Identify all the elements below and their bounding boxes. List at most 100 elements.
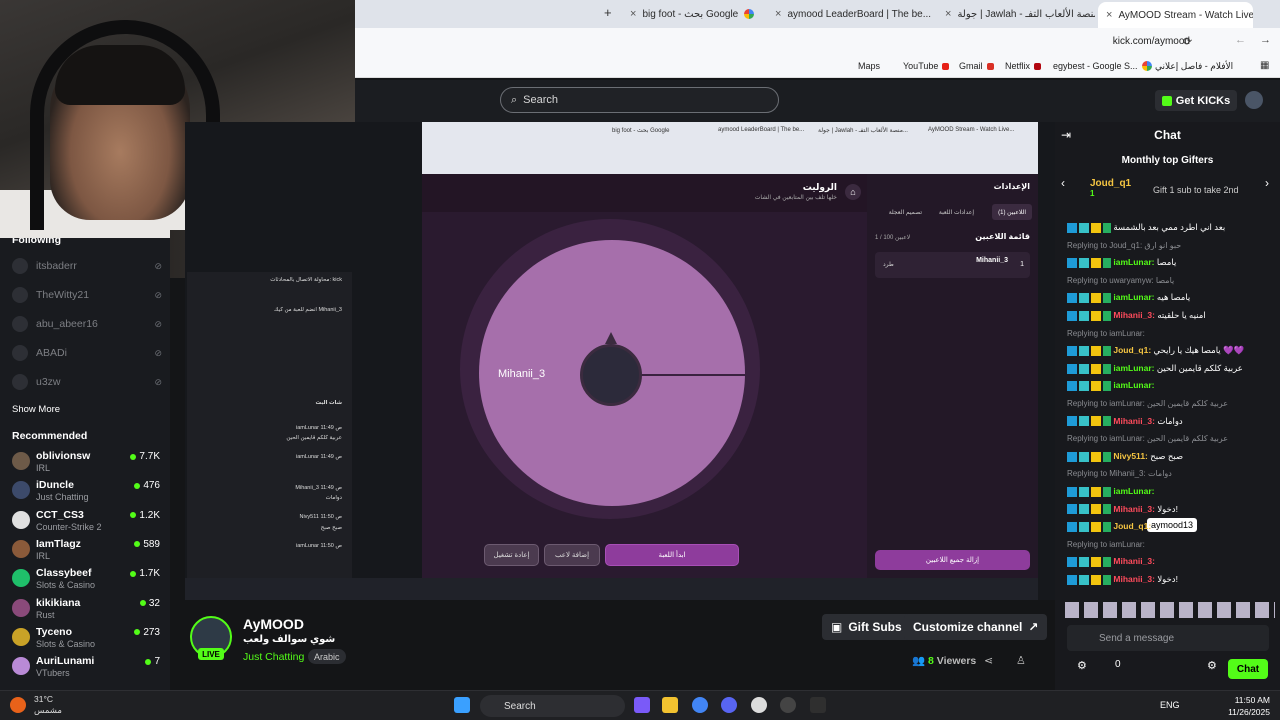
tab-game-settings[interactable]: إعدادات اللعبة [933, 204, 980, 220]
back-icon[interactable]: ← [1235, 34, 1246, 46]
chat-message[interactable]: Mihanii_3: [1067, 556, 1277, 568]
remove-all-players-button[interactable]: إزالة جميع اللاعبين [875, 550, 1030, 570]
customize-channel-button[interactable]: Customize channel ↗ [904, 614, 1048, 640]
recommended-item[interactable]: oblivionsw IRL 7.7K [12, 448, 160, 476]
chat-reply-line[interactable]: Replying to iamLunar: عربية كلكم قايمين … [1067, 433, 1277, 443]
chat-username[interactable]: Joud_q1: [1113, 345, 1151, 355]
get-kicks-button[interactable]: Get KICKs [1155, 90, 1237, 111]
send-chat-button[interactable]: Chat [1228, 659, 1268, 679]
reload-icon[interactable]: ⟳ [1183, 35, 1192, 48]
recommended-item[interactable]: Tyceno Slots & Casino 273 [12, 624, 160, 652]
weather-widget[interactable]: 31°C مشمس [34, 694, 62, 716]
following-item[interactable]: u3zw ⊘ [12, 374, 162, 390]
user-avatar[interactable] [1245, 91, 1263, 109]
share-icon[interactable]: ⋖ [984, 654, 993, 667]
chat-username[interactable]: Mihanii_3: [1113, 416, 1155, 426]
bookmark[interactable]: Maps [858, 61, 880, 71]
bookmark[interactable]: Netflix [1005, 61, 1042, 71]
recommended-item[interactable]: CCT_CS3 Counter-Strike 2 1.2K [12, 507, 160, 535]
chat-username[interactable]: Mihanii_3: [1113, 310, 1155, 320]
chat-username[interactable]: iamLunar: [1113, 380, 1154, 390]
chat-message[interactable]: Mihanii_3: امنيه يا حلقيته [1067, 310, 1277, 321]
chat-message[interactable]: iamLunar: يامصا هيه [1067, 292, 1277, 304]
recommended-item[interactable]: AuriLunami VTubers 7 [12, 653, 160, 681]
chat-username[interactable]: iamLunar: [1113, 257, 1154, 267]
browser-tab[interactable]: × aymood LeaderBoard | The be... [775, 4, 935, 24]
taskbar-search[interactable]: Search [480, 695, 625, 717]
prev-icon[interactable]: ‹ [1061, 176, 1065, 190]
chat-message[interactable]: iamLunar: [1067, 380, 1277, 392]
chat-reply-line[interactable]: Replying to iamLunar: [1067, 539, 1277, 549]
chat-message[interactable]: Mihanii_3: دخولا! [1067, 574, 1277, 585]
file-explorer-icon[interactable] [662, 697, 678, 713]
chat-username[interactable]: iamLunar: [1113, 363, 1154, 373]
url-field[interactable]: kick.com/aymood [1113, 36, 1190, 47]
chrome-icon[interactable] [692, 697, 708, 713]
bookmark[interactable]: الأفلام - فاصل إعلاني [1155, 61, 1233, 72]
close-tab-icon[interactable]: × [630, 8, 636, 20]
following-item[interactable]: TheWitty21 ⊘ [12, 287, 162, 303]
recommended-item[interactable]: Classybeef Slots & Casino 1.7K [12, 565, 160, 593]
tab-players[interactable]: اللاعبين (1) [992, 204, 1032, 220]
recommended-item[interactable]: IamTlagz IRL 589 [12, 536, 160, 564]
chat-message[interactable]: Mihanii_3: دوامات [1067, 416, 1277, 427]
chat-reply-line[interactable]: Replying to Joud_q1: حبو انو ارق [1067, 240, 1277, 250]
emote-bar[interactable] [1065, 602, 1275, 618]
close-tab-icon[interactable]: × [945, 8, 951, 20]
search-input[interactable]: ⌕ Search [500, 87, 779, 113]
chat-reply-line[interactable]: Replying to iamLunar: عربية كلكم قايمين … [1067, 398, 1277, 408]
epic-games-icon[interactable] [810, 697, 826, 713]
start-game-button[interactable]: ابدأ اللعبة [605, 544, 739, 566]
copilot-icon[interactable] [634, 697, 650, 713]
chat-username[interactable]: iamLunar: [1113, 486, 1154, 496]
gear-icon[interactable]: ⚙ [1207, 659, 1217, 672]
close-tab-icon[interactable]: × [775, 8, 781, 20]
bookmark[interactable]: YouTube [903, 61, 950, 71]
chat-message[interactable]: iamLunar: يامصا [1067, 257, 1277, 268]
gift-hint[interactable]: Gift 1 sub to take 2nd [1153, 185, 1239, 195]
chat-message[interactable]: بعد اني اطرد ممي بعد بالشمسة [1067, 222, 1277, 233]
language-tag[interactable]: Arabic [308, 649, 346, 664]
chat-message[interactable]: Nivy511: صبح صبح [1067, 451, 1277, 462]
chat-username[interactable]: Nivy511: [1113, 451, 1148, 461]
forward-icon[interactable]: → [1260, 34, 1271, 46]
chat-message[interactable]: iamLunar: عربية كلكم قايمين الحين [1067, 363, 1277, 374]
settings-toggle-icon[interactable]: ⚙ [1077, 659, 1087, 672]
next-icon[interactable]: › [1265, 176, 1269, 190]
chat-message[interactable]: Joud_q1: [1067, 521, 1277, 532]
chat-username[interactable]: iamLunar: [1113, 292, 1154, 302]
show-more-link[interactable]: Show More [12, 404, 60, 415]
apps-grid-icon[interactable]: ▦ [1260, 60, 1269, 71]
discord-icon[interactable] [721, 697, 737, 713]
stream-video[interactable]: big foot - بحث Google aymood LeaderBoard… [185, 122, 1055, 600]
top-gifter[interactable]: Joud_q1 1 [1090, 178, 1131, 198]
chat-username[interactable]: Mihanii_3: [1113, 574, 1155, 584]
add-player-button[interactable]: إضافة لاعب [544, 544, 600, 566]
recorder-icon[interactable] [780, 697, 796, 713]
chat-username[interactable]: Mihanii_3: [1113, 556, 1155, 566]
recommended-item[interactable]: iDuncle Just Chatting 476 [12, 477, 160, 505]
tab-wheel-design[interactable]: تصميم العجلة [883, 204, 928, 220]
bookmark[interactable]: egybest - Google S... [1053, 61, 1152, 71]
following-item[interactable]: abu_abeer16 ⊘ [12, 316, 162, 332]
following-item[interactable]: ABADi ⊘ [12, 345, 162, 361]
recommended-item[interactable]: kikikiana Rust 32 [12, 595, 160, 623]
bookmark[interactable]: Gmail [959, 61, 994, 71]
channel-name[interactable]: AyMOOD [243, 616, 304, 632]
chat-username[interactable]: Joud_q1: [1113, 521, 1151, 531]
windows-start-icon[interactable] [454, 697, 470, 713]
following-item[interactable]: itsbaderr ⊘ [12, 258, 162, 274]
app-icon[interactable] [751, 697, 767, 713]
browser-tab-active[interactable]: × AyMOOD Stream - Watch Live... [1098, 2, 1253, 28]
follow-icon[interactable]: ♙ [1016, 654, 1026, 667]
language-indicator[interactable]: ENG [1160, 700, 1180, 710]
chat-message[interactable]: Joud_q1: يامصا هيك يا رايحي 💜💜 [1067, 345, 1277, 356]
browser-tab[interactable]: × big foot - بحث Google [630, 4, 755, 24]
stream-category[interactable]: Just Chatting [243, 651, 304, 663]
chat-message[interactable]: iamLunar: [1067, 486, 1277, 497]
gift-subs-button[interactable]: ▣ Gift Subs [822, 614, 911, 640]
chat-reply-line[interactable]: Replying to Mihanii_3: دوامات [1067, 468, 1277, 478]
chat-reply-line[interactable]: Replying to uwaryamyw: يامصا [1067, 275, 1277, 285]
close-tab-icon[interactable]: × [1106, 9, 1112, 21]
kick-player-button[interactable]: طرد [883, 261, 894, 268]
